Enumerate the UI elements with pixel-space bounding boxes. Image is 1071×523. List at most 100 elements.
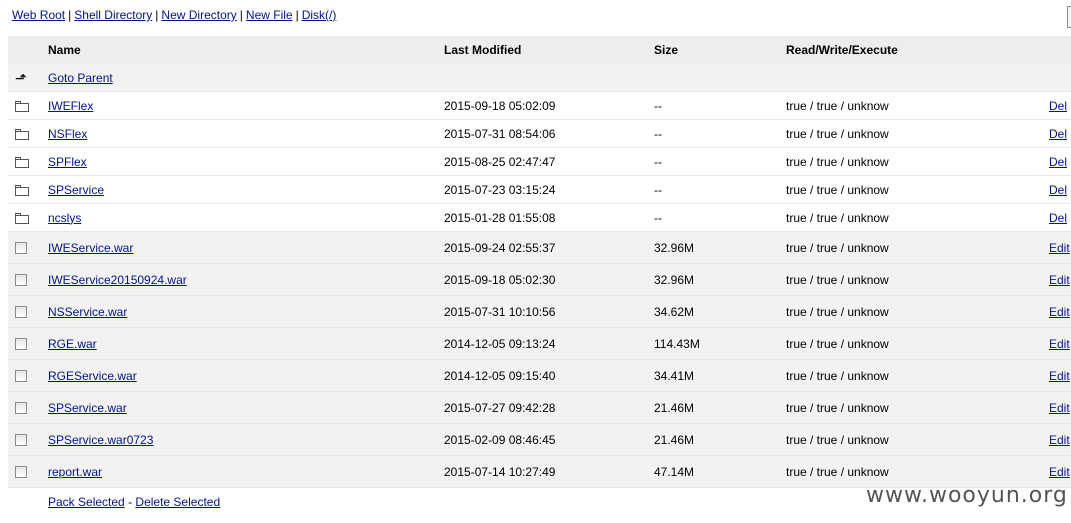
permissions: true / true / unknow: [786, 210, 889, 225]
file-name-link[interactable]: report.war: [48, 465, 102, 479]
nav-separator: |: [295, 8, 299, 22]
edit-link[interactable]: Edit: [1049, 465, 1070, 479]
directory-name-link[interactable]: SPFlex: [48, 155, 87, 169]
file-name-link[interactable]: IWEService.war: [48, 241, 133, 255]
directory-row: IWEFlex 2015-09-18 05:02:09 -- true / true …: [8, 92, 1071, 120]
size: 34.62M: [654, 304, 695, 319]
permissions: true / true / unknow: [786, 182, 889, 197]
file-row: SPService.war 2015-07-27 09:42:28 21.46M tr…: [8, 392, 1071, 424]
pack-selected-link[interactable]: Pack Selected: [48, 495, 125, 509]
permissions: true / true / unknow: [786, 464, 889, 479]
directory-name-link[interactable]: ncslys: [48, 211, 81, 225]
permissions: true / true / unknow: [786, 336, 889, 351]
directory-name-link[interactable]: IWEFlex: [48, 99, 93, 113]
directory-row: ncslys 2015-01-28 01:55:08 -- true / true /…: [8, 204, 1071, 232]
web-root-link[interactable]: Web Root: [12, 8, 65, 22]
file-name-link[interactable]: IWEService20150924.war: [48, 273, 187, 287]
edit-link[interactable]: Edit: [1049, 337, 1070, 351]
directory-row: NSFlex 2015-07-31 08:54:06 -- true / true /…: [8, 120, 1071, 148]
size: --: [654, 98, 662, 113]
watermark: www.wooyun.org: [866, 483, 1068, 508]
size: --: [654, 210, 662, 225]
permissions: true / true / unknow: [786, 98, 889, 113]
footer-actions: Pack Selected - Delete Selected: [48, 495, 220, 509]
delete-selected-link[interactable]: Delete Selected: [135, 495, 220, 509]
size: --: [654, 182, 662, 197]
edit-link[interactable]: Edit: [1049, 273, 1070, 287]
checkbox[interactable]: [15, 465, 27, 478]
footer-dash: -: [128, 495, 133, 509]
top-navigation: Web Root | Shell Directory | New Directory | N…: [12, 7, 336, 23]
checkbox[interactable]: [15, 433, 27, 446]
permissions: true / true / unknow: [786, 304, 889, 319]
column-header-name: Name: [48, 43, 81, 57]
delete-link[interactable]: Del: [1049, 99, 1067, 113]
delete-link[interactable]: Del: [1049, 127, 1067, 141]
folder-icon: [15, 128, 29, 140]
checkbox[interactable]: [15, 401, 27, 414]
file-row: IWEService20150924.war 2015-09-18 05:02:3…: [8, 264, 1071, 296]
size: 34.41M: [654, 368, 695, 383]
size: 114.43M: [654, 336, 700, 351]
last-modified: 2015-09-18 05:02:30: [444, 272, 556, 287]
new-directory-link[interactable]: New Directory: [161, 8, 236, 22]
last-modified: 2015-02-09 08:46:45: [444, 432, 556, 447]
file-table: Name Last Modified Size Read/Write/Execu…: [8, 36, 1071, 516]
directory-rows: IWEFlex 2015-09-18 05:02:09 -- true / true …: [8, 92, 1071, 232]
nav-separator: |: [68, 8, 72, 22]
file-row: IWEService.war 2015-09-24 02:55:37 32.96M t…: [8, 232, 1071, 264]
file-row: RGEService.war 2014-12-05 09:15:40 34.41M t…: [8, 360, 1071, 392]
size: --: [654, 126, 662, 141]
edit-link[interactable]: Edit: [1049, 241, 1070, 255]
folder-icon: [15, 184, 29, 196]
file-name-link[interactable]: SPService.war0723: [48, 433, 153, 447]
permissions: true / true / unknow: [786, 432, 889, 447]
last-modified: 2014-12-05 09:15:40: [444, 368, 556, 383]
edit-link[interactable]: Edit: [1049, 369, 1070, 383]
last-modified: 2015-07-14 10:27:49: [444, 464, 556, 479]
column-header-permissions: Read/Write/Execute: [786, 43, 898, 57]
file-name-link[interactable]: RGE.war: [48, 337, 97, 351]
folder-icon: [15, 212, 29, 224]
file-row: RGE.war 2014-12-05 09:13:24 114.43M true / …: [8, 328, 1071, 360]
last-modified: 2015-07-31 08:54:06: [444, 126, 556, 141]
edit-link[interactable]: Edit: [1049, 305, 1070, 319]
file-name-link[interactable]: SPService.war: [48, 401, 127, 415]
file-row: SPService.war0723 2015-02-09 08:46:45 21.4…: [8, 424, 1071, 456]
folder-icon: [15, 100, 29, 112]
path-input-edge[interactable]: [1067, 6, 1071, 28]
checkbox[interactable]: [15, 337, 27, 350]
checkbox[interactable]: [15, 273, 27, 286]
size: --: [654, 154, 662, 169]
file-name-link[interactable]: NSService.war: [48, 305, 127, 319]
goto-parent-row: ⬏ Goto Parent: [8, 64, 1071, 92]
size: 32.96M: [654, 240, 695, 255]
directory-name-link[interactable]: SPService: [48, 183, 104, 197]
permissions: true / true / unknow: [786, 400, 889, 415]
edit-link[interactable]: Edit: [1049, 401, 1070, 415]
checkbox[interactable]: [15, 241, 27, 254]
goto-parent-link[interactable]: Goto Parent: [48, 71, 113, 85]
delete-link[interactable]: Del: [1049, 211, 1067, 225]
shell-directory-link[interactable]: Shell Directory: [74, 8, 152, 22]
last-modified: 2015-08-25 02:47:47: [444, 154, 556, 169]
table-header: Name Last Modified Size Read/Write/Execu…: [8, 36, 1071, 64]
permissions: true / true / unknow: [786, 126, 889, 141]
size: 21.46M: [654, 400, 695, 415]
permissions: true / true / unknow: [786, 272, 889, 287]
disk-link[interactable]: Disk(/): [302, 8, 337, 22]
file-name-link[interactable]: RGEService.war: [48, 369, 137, 383]
column-header-size: Size: [654, 43, 679, 57]
size: 47.14M: [654, 464, 695, 479]
delete-link[interactable]: Del: [1049, 155, 1067, 169]
new-file-link[interactable]: New File: [246, 8, 293, 22]
edit-link[interactable]: Edit: [1049, 433, 1070, 447]
checkbox[interactable]: [15, 369, 27, 382]
directory-name-link[interactable]: NSFlex: [48, 127, 87, 141]
last-modified: 2015-07-27 09:42:28: [444, 400, 556, 415]
last-modified: 2015-09-18 05:02:09: [444, 98, 556, 113]
column-header-last-modified: Last Modified: [444, 43, 522, 57]
checkbox[interactable]: [15, 305, 27, 318]
delete-link[interactable]: Del: [1049, 183, 1067, 197]
permissions: true / true / unknow: [786, 368, 889, 383]
